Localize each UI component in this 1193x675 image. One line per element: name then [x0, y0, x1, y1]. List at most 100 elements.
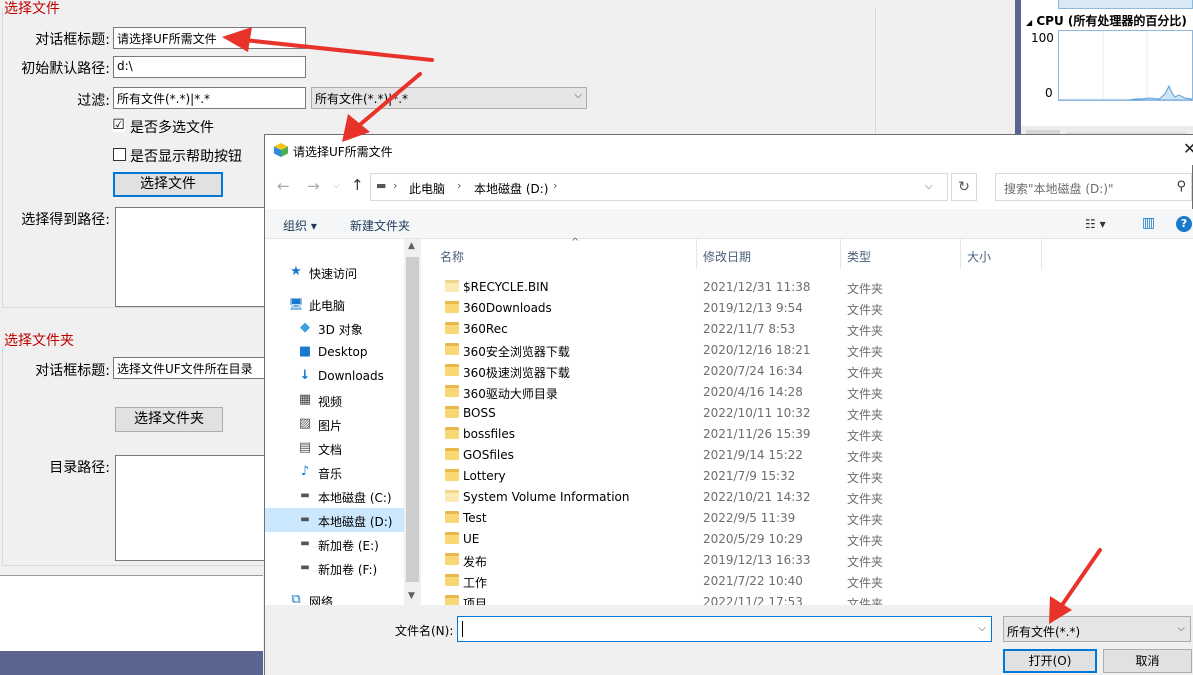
nav-documents[interactable]: ▤ 文档: [265, 436, 404, 460]
nav-pictures[interactable]: ▨ 图片: [265, 412, 404, 436]
file-date: 2021/9/14 15:22: [703, 448, 803, 462]
file-row[interactable]: GOSfiles 2021/9/14 15:22 文件夹: [423, 445, 1193, 466]
chevron-down-icon[interactable]: ⌵: [978, 623, 986, 634]
nav-scrollbar[interactable]: ▲ ▼: [404, 239, 421, 605]
nav-3d-objects[interactable]: ◆ 3D 对象: [265, 316, 404, 340]
file-row[interactable]: 360Rec 2022/11/7 8:53 文件夹: [423, 319, 1193, 340]
file-type: 文件夹: [847, 282, 884, 296]
nav-drive-f[interactable]: ▬ 新加卷 (F:): [265, 556, 404, 580]
file-row[interactable]: Lottery 2021/7/9 15:32 文件夹: [423, 466, 1193, 487]
refresh-icon[interactable]: ↻: [951, 173, 977, 201]
column-header-date[interactable]: 修改日期: [696, 239, 841, 269]
scroll-down-icon[interactable]: ▼: [408, 591, 415, 601]
file-type: 文件夹: [847, 450, 884, 464]
back-arrow-icon[interactable]: ←: [277, 177, 290, 195]
taskbar-strip: [0, 651, 263, 675]
dialog-title-input[interactable]: 请选择UF所需文件: [113, 27, 306, 49]
filter-label: 过滤:: [77, 93, 110, 109]
file-row[interactable]: $RECYCLE.BIN 2021/12/31 11:38 文件夹: [423, 277, 1193, 298]
file-date: 2021/11/26 15:39: [703, 427, 811, 441]
file-date: 2021/12/31 11:38: [703, 280, 811, 294]
file-row[interactable]: 工作 2021/7/22 10:40 文件夹: [423, 571, 1193, 592]
help-icon[interactable]: ?: [1176, 216, 1192, 232]
collapse-triangle-icon[interactable]: ◢: [1026, 18, 1032, 27]
dialog-titlebar: 请选择UF所需文件 ✕: [265, 135, 1193, 165]
breadcrumb-separator-icon: ›: [457, 179, 462, 192]
file-row[interactable]: BOSS 2022/10/11 10:32 文件夹: [423, 403, 1193, 424]
filter-input[interactable]: 所有文件(*.*)|*.*: [113, 87, 306, 109]
column-date-label: 修改日期: [703, 250, 752, 264]
select-file-button[interactable]: 选择文件: [113, 172, 223, 197]
file-type: 文件夹: [847, 471, 884, 485]
nav-videos[interactable]: ▦ 视频: [265, 388, 404, 412]
file-name: UE: [463, 532, 480, 546]
multi-select-checkbox[interactable]: ☑: [112, 118, 125, 132]
organize-button[interactable]: 组织 ▾: [283, 217, 317, 234]
picture-icon: ▨: [298, 416, 312, 431]
column-header-type[interactable]: 类型: [840, 239, 961, 269]
nav-music[interactable]: ♪ 音乐: [265, 460, 404, 484]
open-button[interactable]: 打开(O): [1003, 649, 1097, 673]
recent-dropdown-icon[interactable]: ⌵: [333, 181, 340, 191]
close-icon[interactable]: ✕: [1183, 139, 1193, 158]
status-area: [0, 575, 263, 651]
show-help-checkbox[interactable]: [113, 148, 126, 161]
chevron-down-icon[interactable]: ⌵: [925, 181, 933, 192]
up-arrow-icon[interactable]: ↑: [351, 176, 364, 194]
file-row[interactable]: 360Downloads 2019/12/13 9:54 文件夹: [423, 298, 1193, 319]
nav-this-pc[interactable]: 🖥 此电脑: [265, 292, 404, 316]
file-row[interactable]: bossfiles 2021/11/26 15:39 文件夹: [423, 424, 1193, 445]
file-row[interactable]: System Volume Information 2022/10/21 14:3…: [423, 487, 1193, 508]
file-row[interactable]: UE 2020/5/29 10:29 文件夹: [423, 529, 1193, 550]
select-folder-button[interactable]: 选择文件夹: [115, 407, 223, 432]
perf-top-chart: [1058, 0, 1193, 9]
file-name: 发布: [463, 555, 488, 569]
video-icon: ▦: [298, 392, 312, 407]
new-folder-button[interactable]: 新建文件夹: [350, 217, 410, 234]
file-name: $RECYCLE.BIN: [463, 280, 549, 294]
dir-path-textarea[interactable]: [115, 455, 265, 561]
dir-path-label: 目录路径:: [49, 460, 110, 476]
dialog-title: 请选择UF所需文件: [293, 145, 393, 159]
init-path-input[interactable]: d:\: [113, 56, 306, 78]
search-input[interactable]: 搜索"本地磁盘 (D:)" ⚲: [995, 173, 1192, 201]
file-row[interactable]: 360安全浏览器下载 2020/12/16 18:21 文件夹: [423, 340, 1193, 361]
preview-pane-icon[interactable]: ▥: [1142, 215, 1155, 231]
nav-quick-access[interactable]: ★ 快速访问: [265, 260, 404, 284]
file-name: Lottery: [463, 469, 506, 483]
column-header-name[interactable]: ^ 名称: [433, 237, 697, 269]
folder-icon: [445, 406, 459, 418]
breadcrumb-drive-d[interactable]: 本地磁盘 (D:): [474, 180, 548, 197]
folder-dialog-title-input[interactable]: 选择文件UF文件所在目录: [113, 357, 273, 379]
filter-combo[interactable]: 所有文件(*.*)|*.* ⌵: [311, 87, 587, 109]
file-row[interactable]: 360极速浏览器下载 2020/7/24 16:34 文件夹: [423, 361, 1193, 382]
cancel-button[interactable]: 取消: [1103, 649, 1192, 673]
address-bar[interactable]: ▬ › 此电脑 › 本地磁盘 (D:) › ⌵: [370, 173, 948, 201]
file-row[interactable]: 发布 2019/12/13 16:33 文件夹: [423, 550, 1193, 571]
file-row[interactable]: Test 2022/9/5 11:39 文件夹: [423, 508, 1193, 529]
nav-drive-e[interactable]: ▬ 新加卷 (E:): [265, 532, 404, 556]
nav-label: 图片: [318, 419, 343, 433]
file-name: 360极速浏览器下载: [463, 366, 570, 380]
filename-input[interactable]: ⌵: [457, 616, 992, 642]
file-name: GOSfiles: [463, 448, 514, 462]
column-header-size[interactable]: 大小: [960, 239, 1042, 269]
file-date: 2019/12/13 16:33: [703, 553, 811, 567]
breadcrumb-this-pc[interactable]: 此电脑: [409, 180, 445, 197]
forward-arrow-icon[interactable]: →: [307, 177, 320, 195]
file-name: 360安全浏览器下载: [463, 345, 570, 359]
cube-icon: ◆: [300, 320, 310, 335]
file-row[interactable]: 360驱动大师目录 2020/4/16 14:28 文件夹: [423, 382, 1193, 403]
nav-drive-d[interactable]: ▬ 本地磁盘 (D:): [265, 508, 404, 532]
scroll-up-icon[interactable]: ▲: [408, 241, 415, 251]
scroll-thumb[interactable]: [406, 257, 419, 582]
nav-downloads[interactable]: ↓ Downloads: [265, 364, 404, 388]
nav-desktop[interactable]: ■ Desktop: [265, 340, 404, 364]
file-type-select[interactable]: 所有文件(*.*) ⌵: [1003, 616, 1191, 642]
view-options-icon[interactable]: ☷ ▾: [1085, 217, 1106, 231]
selected-path-textarea[interactable]: [115, 207, 265, 307]
cpu-axis-min: 0: [1045, 86, 1053, 100]
nav-label: 本地磁盘 (D:): [318, 515, 393, 529]
command-bar: 组织 ▾ 新建文件夹 ☷ ▾ ▥ ?: [265, 209, 1193, 239]
nav-drive-c[interactable]: ▬ 本地磁盘 (C:): [265, 484, 404, 508]
